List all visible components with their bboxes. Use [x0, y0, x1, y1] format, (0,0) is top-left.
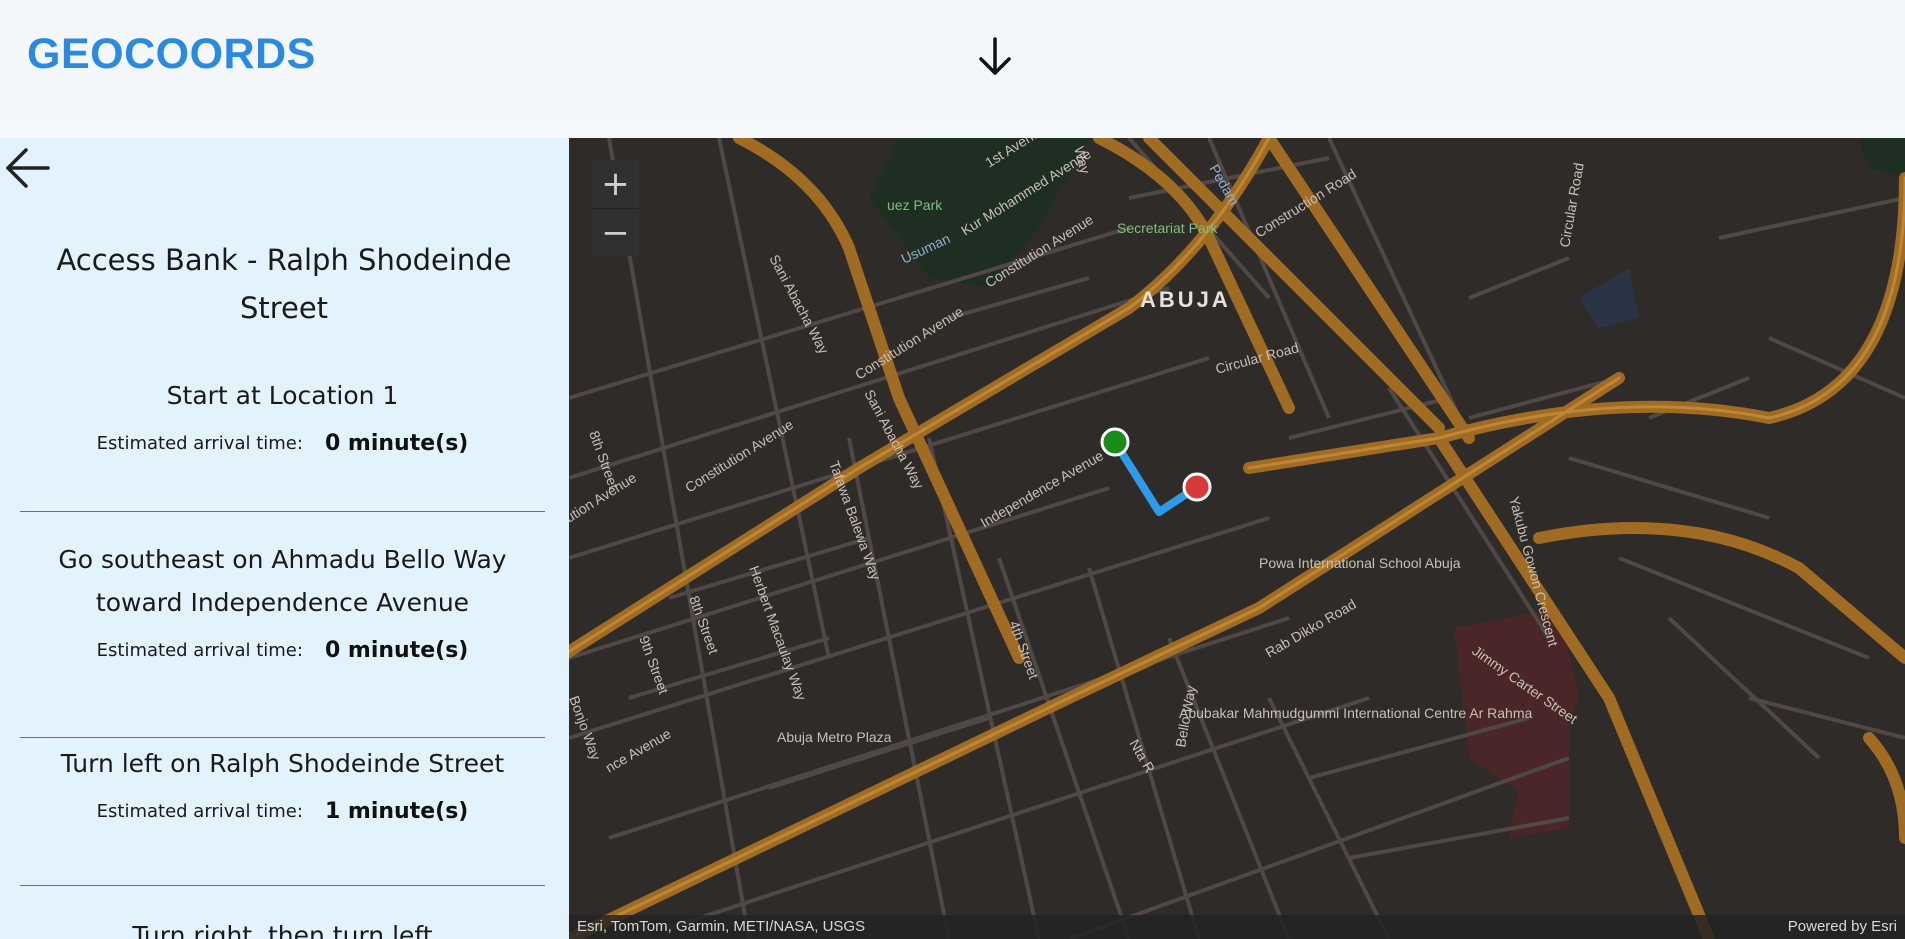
eta-value: 0 minute(s)	[324, 431, 469, 456]
back-arrow-icon[interactable]	[4, 146, 52, 190]
eta-label: Estimated arrival time:	[96, 433, 303, 454]
map-label: Powa International School Abuja	[1259, 555, 1461, 571]
directions-panel: Access Bank - Ralph Shodeinde Street Sta…	[0, 138, 569, 939]
eta-value: 0 minute(s)	[324, 638, 469, 663]
step-instruction: Turn left on Ralph Shodeinde Street	[60, 749, 505, 778]
step-instruction: Go southeast on Ahmadu Bello Way toward …	[58, 545, 507, 617]
app-header: GEOCOORDS	[0, 0, 1905, 120]
zoom-in-button[interactable]: +	[592, 160, 639, 208]
attribution-text[interactable]: Esri, TomTom, Garmin, METI/NASA, USGS	[577, 918, 865, 935]
direction-step[interactable]: Turn right, then turn left	[20, 914, 545, 939]
step-eta-row: Estimated arrival time: 1 minute(s)	[20, 799, 545, 835]
powered-by-text[interactable]: Powered by Esri	[1788, 918, 1897, 935]
zoom-controls: + −	[592, 160, 639, 256]
eta-label: Estimated arrival time:	[96, 801, 303, 822]
eta-value: 1 minute(s)	[324, 799, 469, 824]
step-instruction: Turn right, then turn left	[132, 921, 433, 939]
map-label: Secretariat Park	[1117, 220, 1218, 236]
eta-label: Estimated arrival time:	[96, 640, 303, 661]
step-eta-row: Estimated arrival time: 0 minute(s)	[20, 431, 545, 467]
direction-step[interactable]: Start at Location 1 Estimated arrival tim…	[20, 374, 545, 512]
map-label: uez Park	[887, 197, 943, 213]
step-instruction: Start at Location 1	[166, 381, 399, 410]
map-attribution: Esri, TomTom, Garmin, METI/NASA, USGS Po…	[569, 915, 1905, 939]
direction-step[interactable]: Turn left on Ralph Shodeinde Street Estim…	[20, 742, 545, 886]
city-label: ABUJA	[1140, 287, 1231, 312]
direction-step[interactable]: Go southeast on Ahmadu Bello Way toward …	[20, 538, 545, 738]
app-logo[interactable]: GEOCOORDS	[27, 30, 316, 79]
map-label: Abuja Metro Plaza	[777, 729, 892, 745]
map-label: Abubakar Mahmudgummi International Centr…	[1179, 705, 1533, 721]
step-eta-row: Estimated arrival time: 0 minute(s)	[20, 638, 545, 674]
map-canvas[interactable]: ABUJA Secretariat Park Construction Road…	[569, 138, 1905, 939]
start-marker	[1100, 427, 1130, 457]
end-marker	[1182, 472, 1212, 502]
destination-title: Access Bank - Ralph Shodeinde Street	[56, 243, 512, 325]
arrow-down-icon[interactable]	[975, 35, 1015, 79]
route-map[interactable]: ABUJA Secretariat Park Construction Road…	[569, 138, 1905, 939]
zoom-out-button[interactable]: −	[592, 208, 639, 256]
